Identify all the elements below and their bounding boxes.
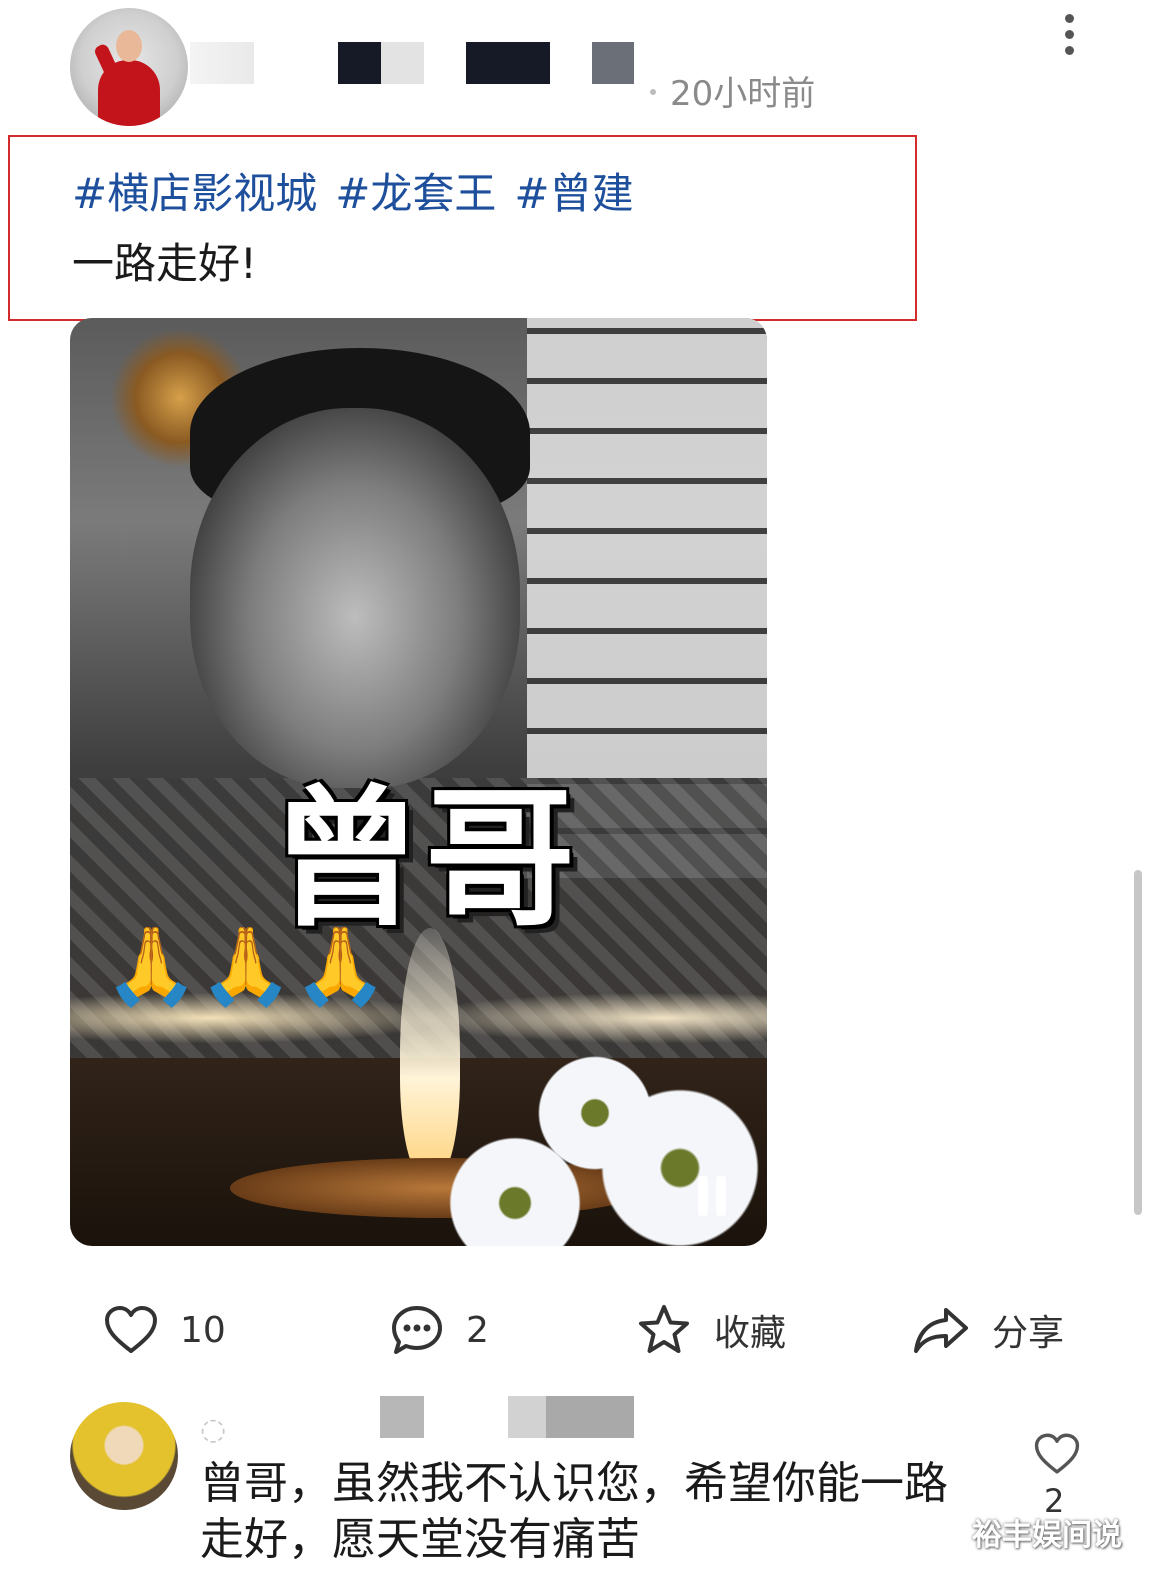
pause-icon[interactable] bbox=[698, 1176, 734, 1216]
video-subject-face bbox=[190, 408, 520, 788]
comment-button[interactable]: 2 bbox=[390, 1290, 489, 1370]
commenter-info-redacted bbox=[508, 1396, 634, 1438]
favorite-button[interactable]: 收藏 bbox=[636, 1290, 786, 1370]
author-info-redacted-3 bbox=[592, 42, 634, 84]
favorite-label: 收藏 bbox=[714, 1313, 787, 1354]
share-icon bbox=[914, 1308, 968, 1353]
separator-dot bbox=[650, 88, 656, 95]
action-bar: 10 2 收藏 分享 bbox=[0, 1290, 1170, 1370]
comment-count: 2 bbox=[466, 1309, 489, 1351]
heart-icon bbox=[105, 1306, 157, 1353]
scrollbar-thumb[interactable] bbox=[1134, 870, 1142, 1215]
hashtag-link[interactable]: #曾建 bbox=[514, 169, 633, 218]
commenter-name-redacted[interactable] bbox=[380, 1396, 424, 1438]
author-avatar[interactable] bbox=[70, 8, 188, 126]
hashtag-list: #横店影视城 #龙套王 #曾建 bbox=[72, 160, 652, 221]
chrysanthemum-flowers bbox=[440, 1048, 767, 1246]
watermark: 裕丰娱间说 bbox=[972, 1518, 1122, 1553]
prayer-hands-emoji: 🙏🙏🙏 bbox=[104, 921, 388, 1010]
comment-icon bbox=[392, 1306, 442, 1354]
like-count: 10 bbox=[180, 1309, 226, 1351]
hashtag-link[interactable]: #龙套王 bbox=[335, 169, 496, 218]
hashtag-link[interactable]: #横店影视城 bbox=[72, 169, 317, 218]
author-name-redacted[interactable] bbox=[190, 42, 254, 84]
more-vertical-icon[interactable] bbox=[1056, 14, 1082, 58]
comment-like-button[interactable] bbox=[1034, 1432, 1080, 1478]
video-player[interactable]: 曾哥 🙏🙏🙏 bbox=[70, 318, 767, 1246]
author-info-redacted-2 bbox=[466, 42, 550, 84]
post-timestamp: 20小时前 bbox=[650, 66, 815, 115]
share-label: 分享 bbox=[992, 1313, 1065, 1354]
post-caption: 一路走好! bbox=[72, 239, 257, 288]
star-icon bbox=[639, 1305, 689, 1353]
commenter-avatar[interactable] bbox=[70, 1402, 178, 1510]
comment-text: 曾哥，虽然我不认识您，希望你能一路走好，愿天堂没有痛苦 bbox=[200, 1458, 948, 1565]
heart-icon bbox=[1034, 1433, 1080, 1474]
commenter-badge-icon: ◌ bbox=[200, 1412, 227, 1447]
share-button[interactable]: 分享 bbox=[912, 1290, 1064, 1370]
like-button[interactable]: 10 bbox=[104, 1290, 226, 1370]
author-info-redacted-1 bbox=[338, 42, 424, 84]
